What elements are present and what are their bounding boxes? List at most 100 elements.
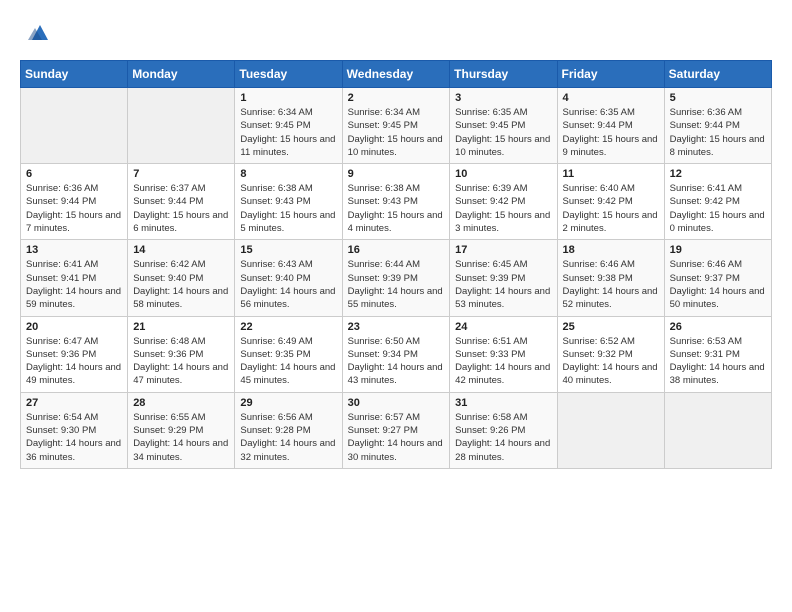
calendar-cell: 29Sunrise: 6:56 AM Sunset: 9:28 PM Dayli… <box>235 392 342 468</box>
calendar-cell: 7Sunrise: 6:37 AM Sunset: 9:44 PM Daylig… <box>128 164 235 240</box>
day-detail: Sunrise: 6:41 AM Sunset: 9:41 PM Dayligh… <box>26 258 122 311</box>
weekday-header: Sunday <box>21 61 128 88</box>
calendar-cell: 11Sunrise: 6:40 AM Sunset: 9:42 PM Dayli… <box>557 164 664 240</box>
calendar-cell: 6 Sunrise: 6:36 AM Sunset: 9:44 PM Daylig… <box>21 164 128 240</box>
day-detail: Sunrise: 6:53 AM Sunset: 9:31 PM Dayligh… <box>670 335 766 388</box>
day-number: 17 <box>455 244 551 256</box>
day-detail: Sunrise: 6:51 AM Sunset: 9:33 PM Dayligh… <box>455 335 551 388</box>
calendar-cell <box>21 88 128 164</box>
day-number: 27 <box>26 397 122 409</box>
day-number: 4 <box>563 92 659 104</box>
calendar-cell: 10 Sunrise: 6:39 AM Sunset: 9:42 PM Dayli… <box>450 164 557 240</box>
calendar-week-row: 6 Sunrise: 6:36 AM Sunset: 9:44 PM Daylig… <box>21 164 772 240</box>
day-number: 20 <box>26 321 122 333</box>
day-detail: Sunrise: 6:46 AM Sunset: 9:38 PM Dayligh… <box>563 258 659 311</box>
day-number: 23 <box>348 321 445 333</box>
calendar-header-row: SundayMondayTuesdayWednesdayThursdayFrid… <box>21 61 772 88</box>
day-number: 31 <box>455 397 551 409</box>
day-detail: Sunrise: 6:56 AM Sunset: 9:28 PM Dayligh… <box>240 411 336 464</box>
day-number: 22 <box>240 321 336 333</box>
weekday-header: Friday <box>557 61 664 88</box>
weekday-header: Thursday <box>450 61 557 88</box>
day-number: 24 <box>455 321 551 333</box>
day-detail: Sunrise: 6:38 AM Sunset: 9:43 PM Dayligh… <box>240 182 336 235</box>
day-number: 12 <box>670 168 766 180</box>
calendar-cell: 18Sunrise: 6:46 AM Sunset: 9:38 PM Dayli… <box>557 240 664 316</box>
day-detail: Sunrise: 6:39 AM Sunset: 9:42 PM Dayligh… <box>455 182 551 235</box>
day-detail: Sunrise: 6:40 AM Sunset: 9:42 PM Dayligh… <box>563 182 659 235</box>
calendar-week-row: 20 Sunrise: 6:47 AM Sunset: 9:36 PM Dayli… <box>21 316 772 392</box>
calendar-cell: 24 Sunrise: 6:51 AM Sunset: 9:33 PM Dayli… <box>450 316 557 392</box>
calendar-cell: 5 Sunrise: 6:36 AM Sunset: 9:44 PM Daylig… <box>664 88 771 164</box>
calendar-cell: 16 Sunrise: 6:44 AM Sunset: 9:39 PM Dayli… <box>342 240 450 316</box>
calendar-cell: 21 Sunrise: 6:48 AM Sunset: 9:36 PM Dayli… <box>128 316 235 392</box>
calendar-cell: 31 Sunrise: 6:58 AM Sunset: 9:26 PM Dayli… <box>450 392 557 468</box>
day-detail: Sunrise: 6:41 AM Sunset: 9:42 PM Dayligh… <box>670 182 766 235</box>
day-number: 21 <box>133 321 229 333</box>
day-detail: Sunrise: 6:54 AM Sunset: 9:30 PM Dayligh… <box>26 411 122 464</box>
calendar-cell: 27 Sunrise: 6:54 AM Sunset: 9:30 PM Dayli… <box>21 392 128 468</box>
weekday-header: Saturday <box>664 61 771 88</box>
calendar-cell: 1 Sunrise: 6:34 AM Sunset: 9:45 PM Daylig… <box>235 88 342 164</box>
page-header <box>20 20 772 50</box>
day-detail: Sunrise: 6:36 AM Sunset: 9:44 PM Dayligh… <box>26 182 122 235</box>
logo-icon <box>20 20 50 50</box>
day-detail: Sunrise: 6:57 AM Sunset: 9:27 PM Dayligh… <box>348 411 445 464</box>
day-number: 1 <box>240 92 336 104</box>
day-number: 13 <box>26 244 122 256</box>
day-detail: Sunrise: 6:44 AM Sunset: 9:39 PM Dayligh… <box>348 258 445 311</box>
calendar-cell: 15 Sunrise: 6:43 AM Sunset: 9:40 PM Dayli… <box>235 240 342 316</box>
day-detail: Sunrise: 6:34 AM Sunset: 9:45 PM Dayligh… <box>240 106 336 159</box>
day-detail: Sunrise: 6:49 AM Sunset: 9:35 PM Dayligh… <box>240 335 336 388</box>
calendar-cell: 8 Sunrise: 6:38 AM Sunset: 9:43 PM Daylig… <box>235 164 342 240</box>
day-detail: Sunrise: 6:48 AM Sunset: 9:36 PM Dayligh… <box>133 335 229 388</box>
day-number: 19 <box>670 244 766 256</box>
day-detail: Sunrise: 6:50 AM Sunset: 9:34 PM Dayligh… <box>348 335 445 388</box>
calendar-week-row: 13 Sunrise: 6:41 AM Sunset: 9:41 PM Dayli… <box>21 240 772 316</box>
day-number: 6 <box>26 168 122 180</box>
day-number: 15 <box>240 244 336 256</box>
day-number: 3 <box>455 92 551 104</box>
day-number: 5 <box>670 92 766 104</box>
calendar-cell <box>128 88 235 164</box>
calendar-cell: 28 Sunrise: 6:55 AM Sunset: 9:29 PM Dayli… <box>128 392 235 468</box>
day-detail: Sunrise: 6:35 AM Sunset: 9:45 PM Dayligh… <box>455 106 551 159</box>
calendar-cell: 26 Sunrise: 6:53 AM Sunset: 9:31 PM Dayli… <box>664 316 771 392</box>
calendar-cell: 30Sunrise: 6:57 AM Sunset: 9:27 PM Dayli… <box>342 392 450 468</box>
day-number: 2 <box>348 92 445 104</box>
calendar-cell: 17 Sunrise: 6:45 AM Sunset: 9:39 PM Dayli… <box>450 240 557 316</box>
day-detail: Sunrise: 6:47 AM Sunset: 9:36 PM Dayligh… <box>26 335 122 388</box>
day-detail: Sunrise: 6:42 AM Sunset: 9:40 PM Dayligh… <box>133 258 229 311</box>
day-number: 28 <box>133 397 229 409</box>
day-detail: Sunrise: 6:45 AM Sunset: 9:39 PM Dayligh… <box>455 258 551 311</box>
calendar-cell: 13 Sunrise: 6:41 AM Sunset: 9:41 PM Dayli… <box>21 240 128 316</box>
day-detail: Sunrise: 6:52 AM Sunset: 9:32 PM Dayligh… <box>563 335 659 388</box>
day-number: 14 <box>133 244 229 256</box>
calendar-cell: 2 Sunrise: 6:34 AM Sunset: 9:45 PM Daylig… <box>342 88 450 164</box>
calendar-week-row: 1 Sunrise: 6:34 AM Sunset: 9:45 PM Daylig… <box>21 88 772 164</box>
calendar-cell: 19Sunrise: 6:46 AM Sunset: 9:37 PM Dayli… <box>664 240 771 316</box>
calendar-cell <box>664 392 771 468</box>
logo <box>20 20 54 50</box>
day-detail: Sunrise: 6:55 AM Sunset: 9:29 PM Dayligh… <box>133 411 229 464</box>
day-detail: Sunrise: 6:43 AM Sunset: 9:40 PM Dayligh… <box>240 258 336 311</box>
day-number: 10 <box>455 168 551 180</box>
day-number: 8 <box>240 168 336 180</box>
calendar-cell: 9 Sunrise: 6:38 AM Sunset: 9:43 PM Daylig… <box>342 164 450 240</box>
calendar-cell: 14 Sunrise: 6:42 AM Sunset: 9:40 PM Dayli… <box>128 240 235 316</box>
day-detail: Sunrise: 6:37 AM Sunset: 9:44 PM Dayligh… <box>133 182 229 235</box>
calendar-cell: 4Sunrise: 6:35 AM Sunset: 9:44 PM Daylig… <box>557 88 664 164</box>
day-number: 9 <box>348 168 445 180</box>
calendar-cell: 23 Sunrise: 6:50 AM Sunset: 9:34 PM Dayli… <box>342 316 450 392</box>
day-number: 25 <box>563 321 659 333</box>
calendar-table: SundayMondayTuesdayWednesdayThursdayFrid… <box>20 60 772 469</box>
day-detail: Sunrise: 6:38 AM Sunset: 9:43 PM Dayligh… <box>348 182 445 235</box>
weekday-header: Monday <box>128 61 235 88</box>
day-number: 26 <box>670 321 766 333</box>
day-number: 16 <box>348 244 445 256</box>
day-detail: Sunrise: 6:36 AM Sunset: 9:44 PM Dayligh… <box>670 106 766 159</box>
weekday-header: Tuesday <box>235 61 342 88</box>
day-detail: Sunrise: 6:34 AM Sunset: 9:45 PM Dayligh… <box>348 106 445 159</box>
day-detail: Sunrise: 6:58 AM Sunset: 9:26 PM Dayligh… <box>455 411 551 464</box>
calendar-cell: 20 Sunrise: 6:47 AM Sunset: 9:36 PM Dayli… <box>21 316 128 392</box>
